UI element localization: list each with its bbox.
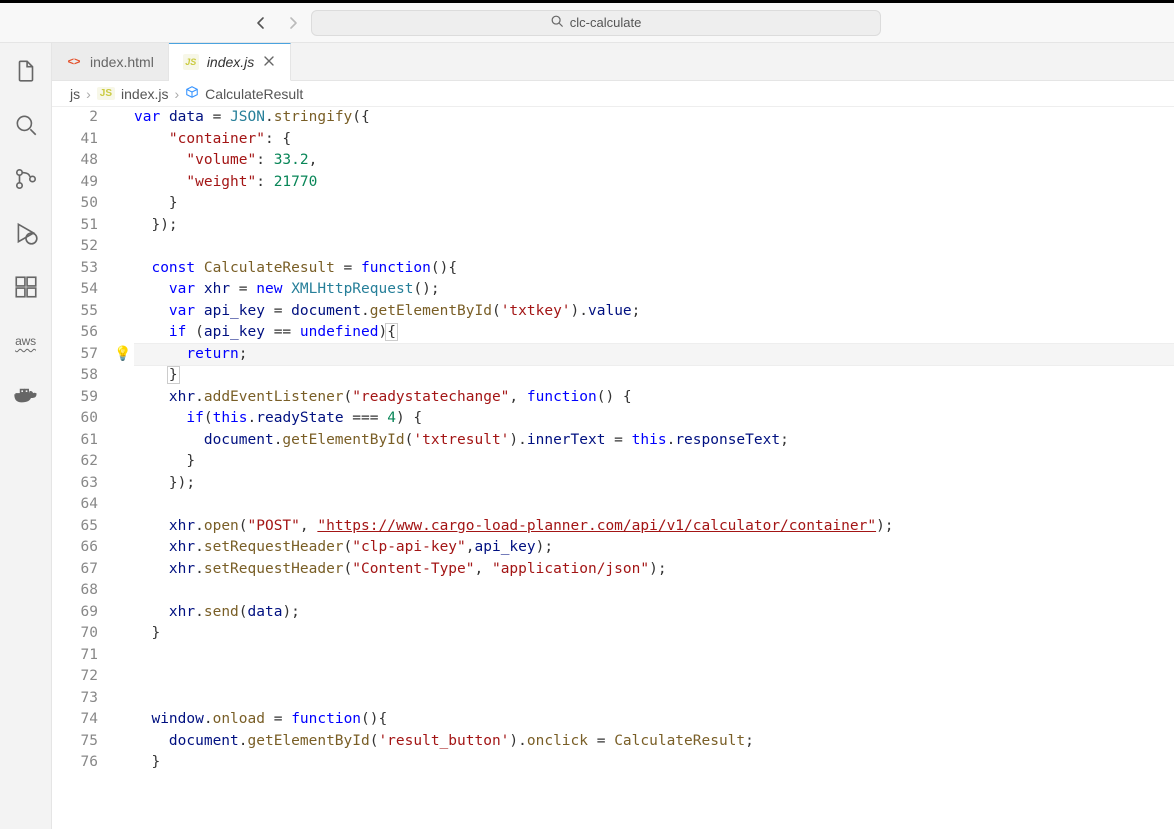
search-icon <box>550 14 564 31</box>
explorer-icon[interactable] <box>10 55 42 87</box>
chevron-right-icon: › <box>175 86 180 102</box>
glyph-margin: 💡 <box>112 107 134 829</box>
extensions-icon[interactable] <box>10 271 42 303</box>
lightbulb-icon[interactable]: 💡 <box>114 344 131 366</box>
breadcrumb-symbol[interactable]: CalculateResult <box>205 86 303 102</box>
nav-forward-button[interactable] <box>279 9 307 37</box>
activity-bar: aws <box>0 43 52 829</box>
js-file-icon: JS <box>97 87 115 100</box>
js-file-icon: JS <box>183 54 199 70</box>
html-file-icon: <> <box>66 54 82 70</box>
code-content[interactable]: var data = JSON.stringify({ "container":… <box>134 107 1174 829</box>
top-toolbar: clc-calculate <box>0 3 1174 43</box>
tab-label: index.js <box>207 54 254 70</box>
breadcrumb-folder[interactable]: js <box>70 86 80 102</box>
tab-index-js[interactable]: JS index.js <box>169 43 291 81</box>
aws-toolkit-icon[interactable]: aws <box>10 325 42 357</box>
search-text: clc-calculate <box>570 15 642 30</box>
run-debug-icon[interactable] <box>10 217 42 249</box>
command-center-search[interactable]: clc-calculate <box>311 10 881 36</box>
breadcrumb-bar[interactable]: js › JS index.js › CalculateResult <box>52 81 1174 107</box>
symbol-method-icon <box>185 85 199 102</box>
search-activity-icon[interactable] <box>10 109 42 141</box>
line-number-gutter: 2414849505152535455565758596061626364656… <box>52 107 112 829</box>
breadcrumb-file[interactable]: index.js <box>121 86 168 102</box>
chevron-right-icon: › <box>86 86 91 102</box>
source-control-icon[interactable] <box>10 163 42 195</box>
tab-label: index.html <box>90 54 154 70</box>
tab-index-html[interactable]: <> index.html <box>52 43 169 80</box>
docker-icon[interactable] <box>10 379 42 411</box>
editor-tabs: <> index.html JS index.js <box>52 43 1174 81</box>
code-editor[interactable]: 2414849505152535455565758596061626364656… <box>52 107 1174 829</box>
nav-back-button[interactable] <box>247 9 275 37</box>
close-tab-icon[interactable] <box>262 54 276 71</box>
